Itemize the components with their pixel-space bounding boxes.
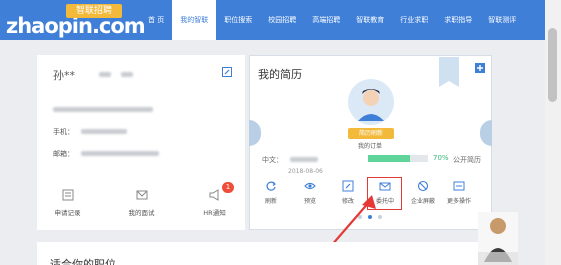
nav-industry[interactable]: 行业求职 bbox=[392, 0, 436, 40]
megaphone-icon bbox=[209, 189, 218, 201]
resume-lang-label: 中文： bbox=[262, 156, 283, 164]
nav-guidance[interactable]: 求职指导 bbox=[436, 0, 480, 40]
public-resume-dropdown[interactable]: 公开简历 bbox=[453, 155, 481, 165]
zhaopin-logo[interactable]: zhaopin.com 智联招聘 bbox=[6, 2, 146, 38]
page: zhaopin.com 智联招聘 首 页 我的智联 职位搜索 校园招聘 高端招聘… bbox=[0, 0, 561, 265]
edit-icon[interactable] bbox=[222, 67, 232, 77]
stat-label: 申请记录 bbox=[54, 209, 81, 217]
logo-badge: 智联招聘 bbox=[66, 4, 122, 18]
blurred-text bbox=[53, 107, 153, 112]
nav-executive[interactable]: 高端招聘 bbox=[304, 0, 348, 40]
my-order-link[interactable]: 我的订单 bbox=[358, 141, 382, 150]
action-label: 更多操作 bbox=[446, 198, 471, 205]
company-block-button[interactable]: 企业屏蔽 bbox=[408, 180, 438, 205]
more-actions-button[interactable]: 更多操作 bbox=[444, 180, 474, 205]
action-label: 企业屏蔽 bbox=[410, 198, 435, 205]
email-label: 邮箱： bbox=[53, 150, 74, 158]
interview-icon bbox=[136, 190, 147, 200]
blurred-text bbox=[99, 72, 111, 77]
profile-name: 孙** bbox=[53, 69, 75, 82]
resume-name-blurred bbox=[290, 157, 318, 162]
recommended-jobs-section: 适合你的职位 bbox=[37, 242, 492, 265]
person-thumbnail bbox=[478, 212, 518, 265]
resume-progress-bar bbox=[368, 155, 428, 162]
notification-badge: 1 bbox=[222, 182, 234, 193]
more-icon bbox=[453, 181, 465, 191]
nav-home[interactable]: 首 页 bbox=[140, 0, 172, 40]
nav-assessment[interactable]: 智联测评 bbox=[480, 0, 524, 40]
stat-interviews[interactable]: 我的面试 bbox=[114, 188, 169, 217]
nav-campus[interactable]: 校园招聘 bbox=[260, 0, 304, 40]
scrollbar-thumb[interactable] bbox=[548, 28, 557, 102]
refresh-button[interactable]: 刷新 bbox=[256, 180, 286, 205]
nav-education[interactable]: 智联教育 bbox=[348, 0, 392, 40]
resume-date: 2018-08-06 bbox=[288, 168, 323, 175]
resume-title: 我的简历 bbox=[258, 68, 302, 81]
phone-value bbox=[81, 129, 127, 134]
nav-job-search[interactable]: 职位搜索 bbox=[216, 0, 260, 40]
document-icon bbox=[62, 189, 73, 201]
section-title: 适合你的职位 bbox=[50, 258, 116, 265]
add-icon[interactable] bbox=[475, 63, 485, 73]
vip-badge[interactable]: 简历刷新 bbox=[348, 128, 394, 139]
stat-label: 我的面试 bbox=[128, 209, 155, 217]
blurred-text bbox=[121, 72, 133, 77]
avatar bbox=[348, 79, 394, 125]
email-value bbox=[81, 151, 159, 156]
refresh-icon bbox=[266, 181, 276, 191]
stat-applications[interactable]: 申请记录 bbox=[40, 188, 95, 217]
stat-label: HR通知 bbox=[203, 209, 226, 217]
top-nav: zhaopin.com 智联招聘 首 页 我的智联 职位搜索 校园招聘 高端招聘… bbox=[0, 0, 561, 40]
nav-my-zhilian[interactable]: 我的智联 bbox=[172, 0, 217, 40]
scrollbar[interactable] bbox=[545, 0, 561, 265]
phone-label: 手机： bbox=[53, 128, 74, 136]
progress-percent: 70% bbox=[433, 154, 449, 162]
main-nav: 首 页 我的智联 职位搜索 校园招聘 高端招聘 智联教育 行业求职 求职指导 智… bbox=[140, 0, 524, 40]
bookmark-flag-icon bbox=[439, 57, 459, 87]
stat-hr-notice[interactable]: 1 HR通知 bbox=[187, 182, 242, 217]
profile-card: 孙** 手机： 邮箱： 申请记录 我的面试 1 HR通知 bbox=[37, 55, 245, 230]
action-label: 刷新 bbox=[264, 198, 277, 205]
block-icon bbox=[417, 180, 429, 192]
progress-fill bbox=[368, 155, 410, 162]
